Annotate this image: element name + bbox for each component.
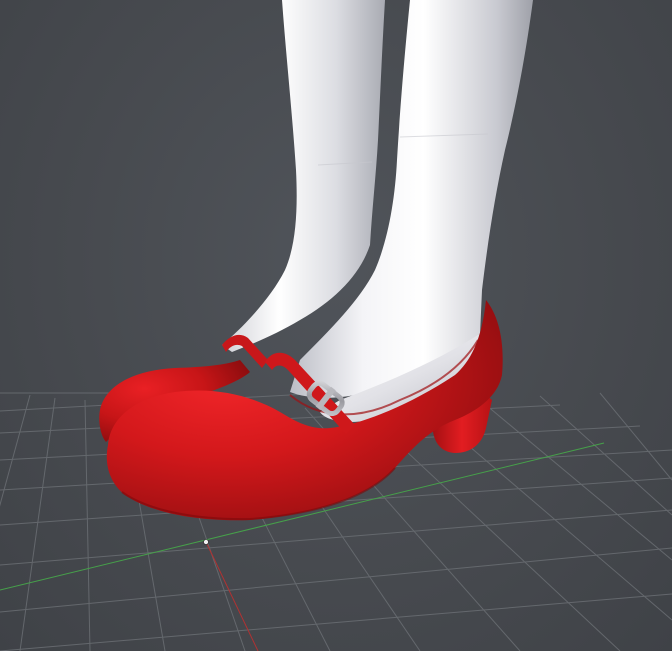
z-axis-line: [205, 541, 259, 651]
scene-canvas[interactable]: [0, 0, 672, 651]
3d-viewport[interactable]: [0, 0, 672, 651]
pivot-point[interactable]: [203, 539, 209, 545]
grid-line: [19, 397, 56, 651]
grid-line: [599, 392, 672, 481]
grid-line: [84, 399, 91, 651]
